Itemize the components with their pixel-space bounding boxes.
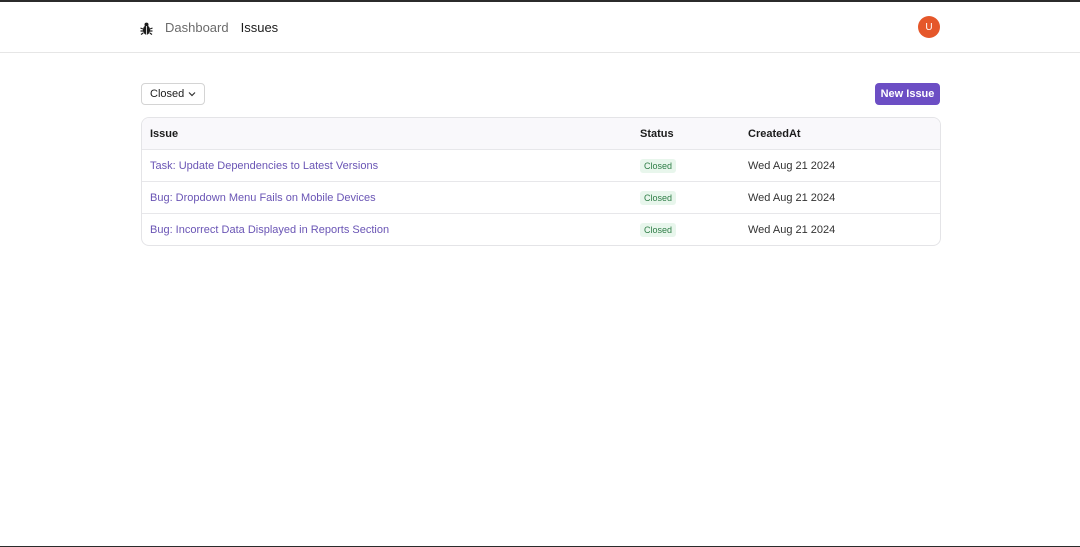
status-filter-select[interactable]: Closed (141, 83, 206, 105)
column-header-status[interactable]: Status (632, 128, 740, 140)
table-row: Task: Update Dependencies to Latest Vers… (142, 149, 940, 181)
nav-link-issues[interactable]: Issues (241, 18, 279, 38)
status-badge: Closed (640, 158, 677, 173)
new-issue-button[interactable]: New Issue (875, 83, 940, 105)
issue-link[interactable]: Bug: Dropdown Menu Fails on Mobile Devic… (150, 192, 376, 204)
issue-link[interactable]: Bug: Incorrect Data Displayed in Reports… (150, 224, 389, 236)
issue-link[interactable]: Task: Update Dependencies to Latest Vers… (150, 160, 378, 172)
nav-link-dashboard[interactable]: Dashboard (165, 18, 229, 38)
status-badge: Closed (640, 222, 677, 237)
table-header-row: Issue Status CreatedAt (142, 118, 940, 149)
created-date: Wed Aug 21 2024 (748, 159, 836, 172)
app-window: Dashboard Issues U Closed New Issue Issu… (0, 0, 1080, 547)
bug-icon[interactable] (140, 21, 153, 36)
main-nav: Dashboard Issues (140, 18, 278, 38)
column-header-issue[interactable]: Issue (142, 128, 632, 140)
status-badge: Closed (640, 190, 677, 205)
top-navbar: Dashboard Issues U (0, 2, 1080, 53)
table-row: Bug: Dropdown Menu Fails on Mobile Devic… (142, 181, 940, 213)
created-date: Wed Aug 21 2024 (748, 191, 836, 204)
column-header-createdat[interactable]: CreatedAt (740, 128, 940, 140)
created-date: Wed Aug 21 2024 (748, 223, 836, 236)
issues-table: Issue Status CreatedAt Task: Update Depe… (141, 117, 941, 246)
table-row: Bug: Incorrect Data Displayed in Reports… (142, 213, 940, 245)
status-filter-value: Closed (150, 88, 185, 100)
user-avatar[interactable]: U (918, 16, 940, 38)
chevron-down-icon (188, 88, 196, 100)
